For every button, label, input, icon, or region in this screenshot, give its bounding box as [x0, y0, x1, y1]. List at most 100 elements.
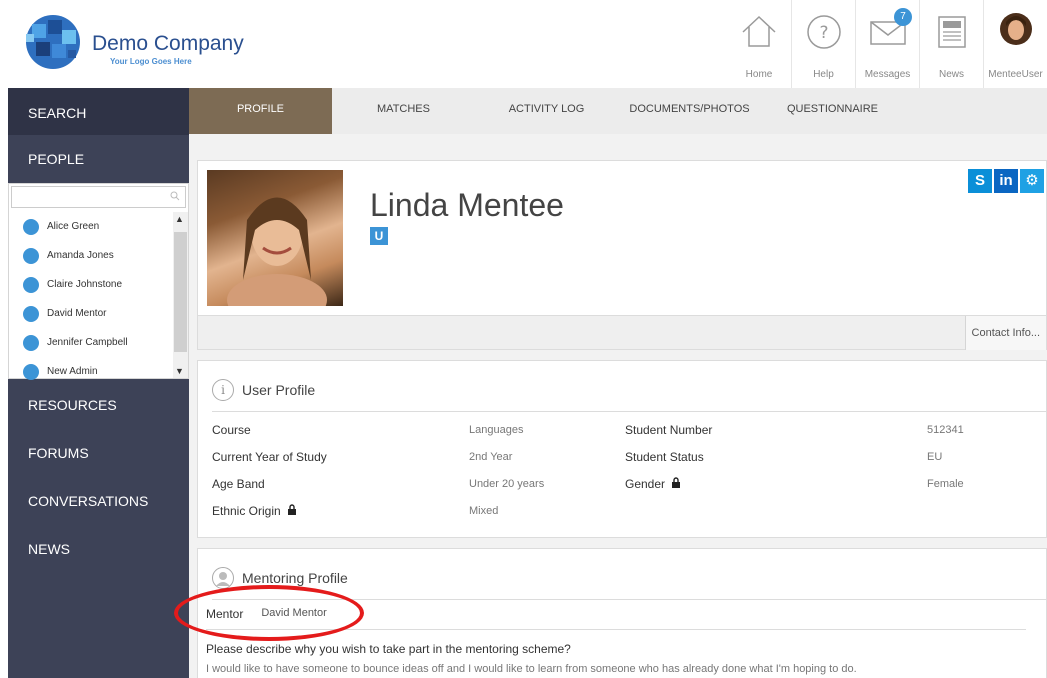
person-name: Amanda Jones: [47, 250, 114, 261]
lock-icon: [288, 504, 297, 515]
tab-matches[interactable]: MATCHES: [332, 88, 475, 134]
mentoring-profile-title: Mentoring Profile: [212, 567, 348, 589]
mentor-value[interactable]: David Mentor: [261, 607, 326, 621]
gender-label: Gender: [625, 477, 666, 491]
lock-icon: [672, 477, 681, 488]
main-content: Linda Mentee U S in ⚙ Contact Info... i …: [189, 134, 1047, 678]
chevron-down-icon[interactable]: ▼: [175, 366, 184, 376]
tab-bar: PROFILE MATCHES ACTIVITY LOG DOCUMENTS/P…: [189, 88, 1047, 134]
field-label-student-status: Student Status: [625, 450, 704, 464]
field-label-ethnic-origin: Ethnic Origin: [212, 504, 297, 518]
person-icon: [212, 567, 234, 589]
field-label-age-band: Age Band: [212, 477, 265, 491]
list-item[interactable]: New Admin: [9, 357, 174, 386]
mentoring-profile-heading: Mentoring Profile: [242, 570, 348, 586]
sidebar-item-resources[interactable]: RESOURCES: [8, 379, 189, 427]
sidebar-item-conversations[interactable]: CONVERSATIONS: [8, 475, 189, 523]
person-icon: [23, 305, 39, 322]
field-value-ethnic-origin: Mixed: [469, 505, 499, 517]
top-nav: Home ? Help 7 Messages News MenteeUser: [727, 0, 1047, 88]
divider: [206, 629, 1026, 630]
sidebar-item-people[interactable]: PEOPLE: [8, 135, 189, 183]
field-value-gender: Female: [927, 478, 964, 490]
settings-button[interactable]: ⚙: [1020, 169, 1044, 193]
person-icon: [23, 276, 39, 293]
tab-questionnaire[interactable]: QUESTIONNAIRE: [761, 88, 904, 134]
help-icon: ?: [806, 15, 841, 49]
tab-documents-photos[interactable]: DOCUMENTS/PHOTOS: [618, 88, 761, 134]
people-scrollbar[interactable]: ▲ ▼: [173, 212, 188, 378]
divider: [212, 411, 1046, 412]
nav-news-label: News: [938, 69, 964, 80]
nav-home[interactable]: Home: [727, 0, 791, 88]
info-icon: i: [212, 379, 234, 401]
nav-user-label: MenteeUser: [988, 69, 1043, 80]
person-icon: [23, 247, 39, 264]
field-label-year: Current Year of Study: [212, 450, 327, 464]
mentor-row: Mentor David Mentor: [206, 607, 327, 621]
contact-info-button[interactable]: Contact Info...: [964, 316, 1046, 350]
sidebar-item-news[interactable]: NEWS: [8, 523, 189, 571]
nav-help[interactable]: ? Help: [791, 0, 855, 88]
sidebar: SEARCH PEOPLE Alice Green Amanda Jones C…: [8, 88, 189, 678]
user-profile-card: i User Profile Course Languages Current …: [197, 360, 1047, 538]
social-links: S in ⚙: [968, 169, 1044, 193]
sidebar-item-search[interactable]: SEARCH: [8, 88, 189, 135]
nav-news[interactable]: News: [919, 0, 983, 88]
person-icon: [23, 218, 39, 235]
person-name: Alice Green: [47, 221, 100, 232]
list-item[interactable]: Amanda Jones: [9, 241, 174, 270]
profile-footer-bar: Contact Info...: [198, 315, 1046, 350]
news-icon: [937, 16, 966, 48]
nav-help-label: Help: [813, 69, 834, 80]
nav-messages[interactable]: 7 Messages: [855, 0, 919, 88]
nav-messages-label: Messages: [864, 69, 911, 80]
profile-name: Linda Mentee: [370, 187, 564, 223]
tab-activity-log[interactable]: ACTIVITY LOG: [475, 88, 618, 134]
profile-card: Linda Mentee U S in ⚙ Contact Info...: [197, 160, 1047, 350]
person-icon: [23, 334, 39, 351]
list-item[interactable]: Jennifer Campbell: [9, 328, 174, 357]
puzzle-globe-icon: [26, 15, 80, 69]
list-item[interactable]: David Mentor: [9, 299, 174, 328]
svg-text:?: ?: [819, 23, 828, 43]
person-name: Jennifer Campbell: [47, 337, 128, 348]
tab-profile[interactable]: PROFILE: [189, 88, 332, 134]
field-value-age-band: Under 20 years: [469, 478, 545, 490]
field-value-year: 2nd Year: [469, 451, 513, 463]
person-name: Claire Johnstone: [47, 279, 123, 290]
user-profile-title: i User Profile: [212, 379, 315, 401]
linkedin-button[interactable]: in: [994, 169, 1018, 193]
company-logo[interactable]: Demo Company Your Logo Goes Here: [22, 12, 244, 72]
user-role-badge: U: [370, 227, 388, 245]
person-icon: [23, 363, 39, 380]
company-name: Demo Company: [92, 32, 244, 55]
user-avatar: [999, 13, 1032, 45]
scroll-thumb[interactable]: [174, 232, 187, 352]
mentoring-question: Please describe why you wish to take par…: [206, 642, 571, 656]
nav-home-label: Home: [745, 69, 773, 80]
field-value-student-number: 512341: [927, 424, 964, 436]
chevron-up-icon[interactable]: ▲: [175, 214, 184, 224]
skype-button[interactable]: S: [968, 169, 992, 193]
profile-photo: [207, 170, 343, 306]
list-item[interactable]: Alice Green: [9, 212, 174, 241]
list-item[interactable]: Claire Johnstone: [9, 270, 174, 299]
field-value-course: Languages: [469, 424, 524, 436]
mentoring-profile-card: Mentoring Profile Mentor David Mentor Pl…: [197, 548, 1047, 678]
nav-user[interactable]: MenteeUser: [983, 0, 1047, 88]
company-tagline: Your Logo Goes Here: [110, 57, 192, 66]
field-label-student-number: Student Number: [625, 423, 713, 437]
header: Demo Company Your Logo Goes Here Home ? …: [0, 0, 1047, 88]
people-panel: Alice Green Amanda Jones Claire Johnston…: [8, 183, 189, 380]
profile-portrait: [227, 197, 327, 306]
person-name: New Admin: [47, 366, 98, 377]
people-search-input[interactable]: [11, 186, 186, 208]
ethnic-origin-label: Ethnic Origin: [212, 504, 281, 518]
mentor-label: Mentor: [206, 607, 244, 621]
field-label-gender: Gender: [625, 477, 681, 491]
field-value-student-status: EU: [927, 451, 943, 463]
sidebar-item-forums[interactable]: FORUMS: [8, 427, 189, 475]
home-icon: [742, 15, 776, 47]
search-icon[interactable]: [170, 191, 180, 201]
